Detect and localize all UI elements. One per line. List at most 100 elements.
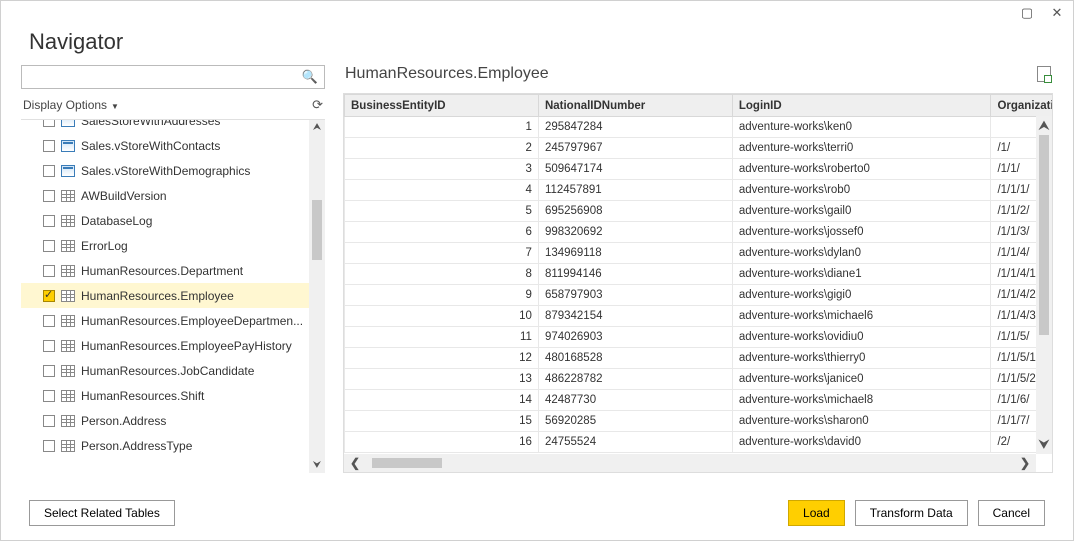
cell: 6 bbox=[345, 222, 539, 243]
checkbox[interactable] bbox=[43, 140, 55, 152]
tree-item[interactable]: HumanResources.Employee bbox=[21, 283, 309, 308]
checkbox[interactable] bbox=[43, 120, 55, 127]
column-header[interactable]: LoginID bbox=[732, 95, 991, 117]
scroll-right-icon[interactable]: ❯ bbox=[1020, 456, 1030, 470]
table-row[interactable]: 1295847284adventure-works\ken0nullnullCh… bbox=[345, 117, 1054, 138]
checkbox[interactable] bbox=[43, 240, 55, 252]
tree-item-label: DatabaseLog bbox=[81, 214, 309, 228]
cell: 509647174 bbox=[538, 159, 732, 180]
scroll-thumb[interactable] bbox=[312, 200, 322, 260]
tree-item[interactable]: HumanResources.EmployeeDepartmen... bbox=[21, 308, 309, 333]
display-options-dropdown[interactable]: Display Options ▼ bbox=[23, 98, 119, 112]
add-column-icon[interactable] bbox=[1037, 66, 1051, 82]
checkbox[interactable] bbox=[43, 390, 55, 402]
grid-vscrollbar[interactable]: ⮝ ⮟ bbox=[1036, 116, 1052, 454]
tree-item-label: AWBuildVersion bbox=[81, 189, 309, 203]
scroll-up-icon[interactable]: ⮝ bbox=[313, 122, 322, 133]
table-row[interactable]: 3509647174adventure-works\roberto0/1/1/2… bbox=[345, 159, 1054, 180]
checkbox[interactable] bbox=[43, 440, 55, 452]
cell: 9 bbox=[345, 285, 539, 306]
transform-data-button[interactable]: Transform Data bbox=[855, 500, 968, 526]
scroll-down-icon[interactable]: ⮟ bbox=[313, 460, 322, 471]
column-header[interactable]: OrganizationNode bbox=[991, 95, 1053, 117]
maximize-icon[interactable]: ▢ bbox=[1021, 7, 1033, 19]
column-header[interactable]: NationalIDNumber bbox=[538, 95, 732, 117]
search-box[interactable]: 🔍 bbox=[21, 65, 325, 89]
close-icon[interactable]: ✕ bbox=[1051, 7, 1063, 19]
tree-item[interactable]: Person.Address bbox=[21, 408, 309, 433]
table-row[interactable]: 11974026903adventure-works\ovidiu0/1/1/5… bbox=[345, 327, 1054, 348]
cell: 13 bbox=[345, 369, 539, 390]
cell: 56920285 bbox=[538, 411, 732, 432]
table-row[interactable]: 1442487730adventure-works\michael8/1/1/6… bbox=[345, 390, 1054, 411]
cell: adventure-works\diane1 bbox=[732, 264, 991, 285]
cancel-button[interactable]: Cancel bbox=[978, 500, 1045, 526]
view-icon bbox=[61, 120, 75, 127]
checkbox[interactable] bbox=[43, 215, 55, 227]
table-row[interactable]: 4112457891adventure-works\rob0/1/1/1/3Se… bbox=[345, 180, 1054, 201]
checkbox[interactable] bbox=[43, 190, 55, 202]
tree-item[interactable]: HumanResources.JobCandidate bbox=[21, 358, 309, 383]
view-icon bbox=[61, 165, 75, 177]
table-icon bbox=[61, 290, 75, 302]
scroll-thumb[interactable] bbox=[372, 458, 442, 468]
scroll-down-icon[interactable]: ⮟ bbox=[1039, 437, 1049, 452]
table-row[interactable]: 13486228782adventure-works\janice0/1/1/5… bbox=[345, 369, 1054, 390]
table-icon bbox=[61, 315, 75, 327]
cell: 12 bbox=[345, 348, 539, 369]
cell: 16 bbox=[345, 432, 539, 453]
table-row[interactable]: 10879342154adventure-works\michael6/1/1/… bbox=[345, 306, 1054, 327]
cell: 4 bbox=[345, 180, 539, 201]
tree-item[interactable]: Person.AddressType bbox=[21, 433, 309, 458]
checkbox[interactable] bbox=[43, 165, 55, 177]
table-icon bbox=[61, 365, 75, 377]
preview-grid: BusinessEntityIDNationalIDNumberLoginIDO… bbox=[344, 94, 1053, 453]
column-header[interactable]: BusinessEntityID bbox=[345, 95, 539, 117]
tree-scrollbar[interactable]: ⮝ ⮟ bbox=[309, 120, 325, 473]
tree-item[interactable]: SalesStoreWithAddresses bbox=[21, 120, 309, 133]
scroll-up-icon[interactable]: ⮝ bbox=[1039, 118, 1049, 132]
refresh-icon[interactable]: ⟳ bbox=[312, 97, 323, 113]
checkbox[interactable] bbox=[43, 365, 55, 377]
cell: 245797967 bbox=[538, 138, 732, 159]
load-button[interactable]: Load bbox=[788, 500, 845, 526]
checkbox[interactable] bbox=[43, 415, 55, 427]
tree-item[interactable]: DatabaseLog bbox=[21, 208, 309, 233]
table-row[interactable]: 1556920285adventure-works\sharon0/1/1/7/… bbox=[345, 411, 1054, 432]
table-row[interactable]: 1624755524adventure-works\david0/2/1Ma bbox=[345, 432, 1054, 453]
scroll-left-icon[interactable]: ❮ bbox=[350, 456, 360, 470]
tree-item[interactable]: AWBuildVersion bbox=[21, 183, 309, 208]
tree-item[interactable]: ErrorLog bbox=[21, 233, 309, 258]
search-icon[interactable]: 🔍 bbox=[302, 69, 318, 85]
select-related-tables-button[interactable]: Select Related Tables bbox=[29, 500, 175, 526]
tree-item[interactable]: Sales.vStoreWithContacts bbox=[21, 133, 309, 158]
cell: 5 bbox=[345, 201, 539, 222]
tree-item[interactable]: HumanResources.EmployeePayHistory bbox=[21, 333, 309, 358]
table-row[interactable]: 6998320692adventure-works\jossef0/1/1/3/… bbox=[345, 222, 1054, 243]
table-row[interactable]: 8811994146adventure-works\diane1/1/1/4/1… bbox=[345, 264, 1054, 285]
cell: 112457891 bbox=[538, 180, 732, 201]
checkbox[interactable] bbox=[43, 315, 55, 327]
search-input[interactable] bbox=[28, 70, 302, 84]
table-row[interactable]: 2245797967adventure-works\terri0/1/1Vice bbox=[345, 138, 1054, 159]
tree-item[interactable]: HumanResources.Department bbox=[21, 258, 309, 283]
cell: 974026903 bbox=[538, 327, 732, 348]
scroll-thumb[interactable] bbox=[1039, 135, 1049, 335]
tree-item-label: Sales.vStoreWithContacts bbox=[81, 139, 309, 153]
checkbox[interactable] bbox=[43, 290, 55, 302]
checkbox[interactable] bbox=[43, 340, 55, 352]
table-row[interactable]: 12480168528adventure-works\thierry0/1/1/… bbox=[345, 348, 1054, 369]
table-row[interactable]: 7134969118adventure-works\dylan0/1/1/4/3… bbox=[345, 243, 1054, 264]
cell: 811994146 bbox=[538, 264, 732, 285]
table-row[interactable]: 9658797903adventure-works\gigi0/1/1/4/2/… bbox=[345, 285, 1054, 306]
cell: adventure-works\michael8 bbox=[732, 390, 991, 411]
cell: adventure-works\sharon0 bbox=[732, 411, 991, 432]
cell: 42487730 bbox=[538, 390, 732, 411]
cell: adventure-works\dylan0 bbox=[732, 243, 991, 264]
grid-hscrollbar[interactable]: ❮ ❯ bbox=[344, 454, 1036, 472]
table-row[interactable]: 5695256908adventure-works\gail0/1/1/2/3D… bbox=[345, 201, 1054, 222]
tree-item[interactable]: HumanResources.Shift bbox=[21, 383, 309, 408]
tree-item[interactable]: Sales.vStoreWithDemographics bbox=[21, 158, 309, 183]
checkbox[interactable] bbox=[43, 265, 55, 277]
tree-item-label: Person.Address bbox=[81, 414, 309, 428]
